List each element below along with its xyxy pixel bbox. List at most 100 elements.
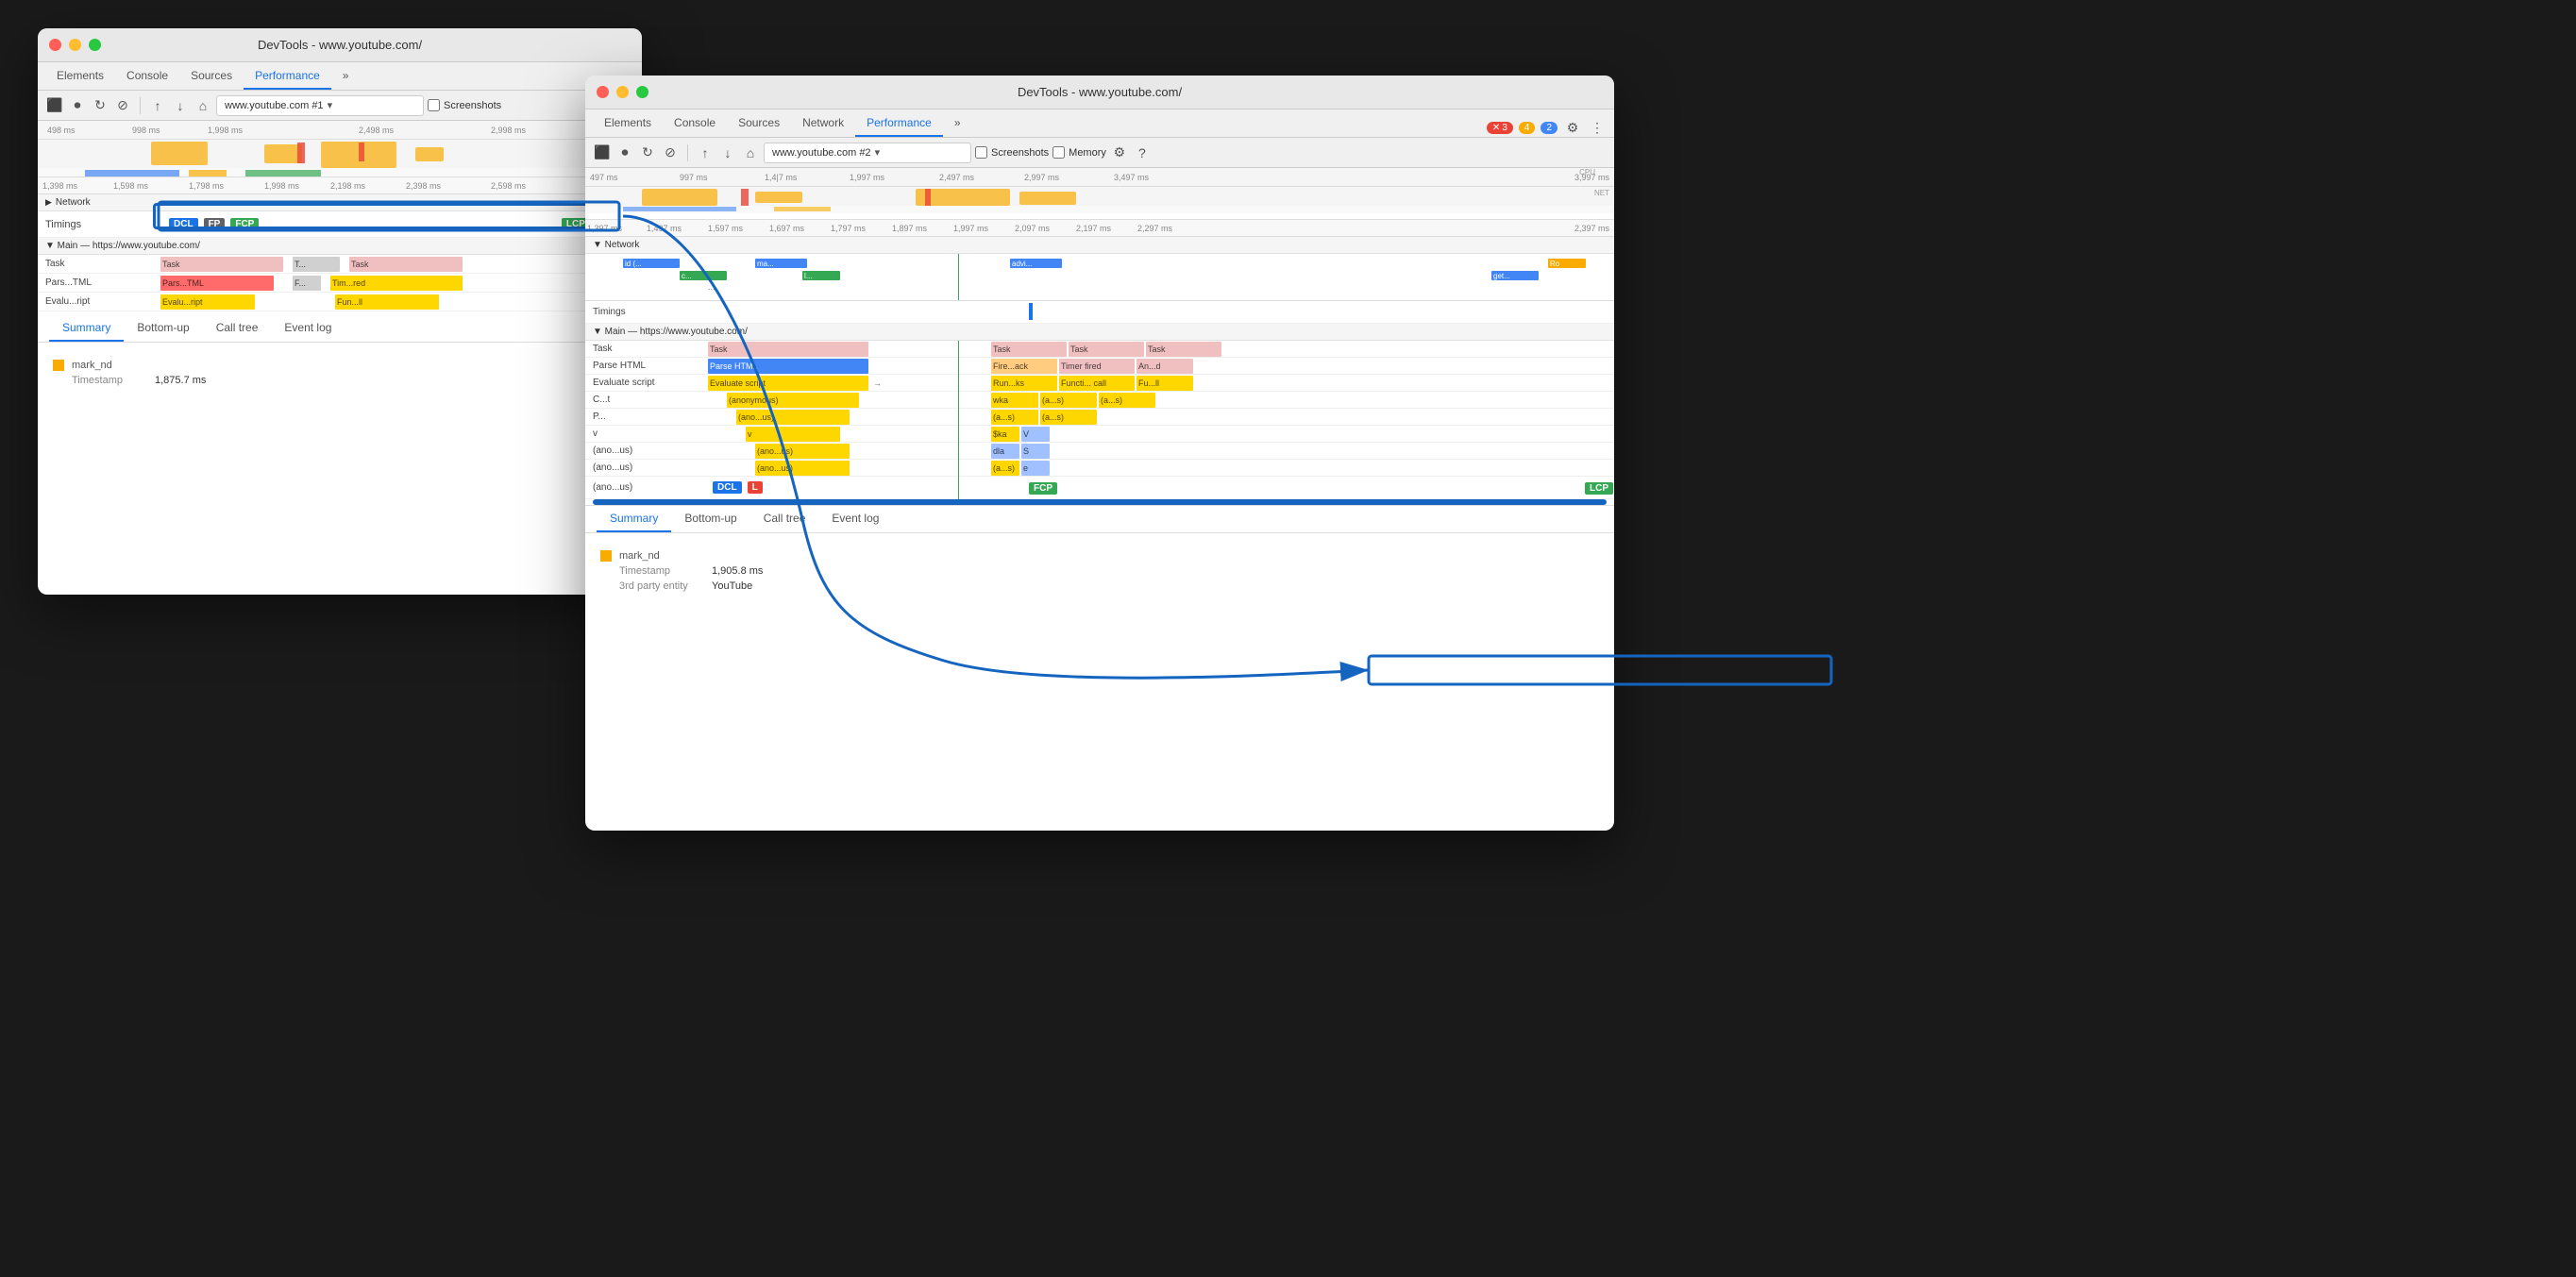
clear-icon-2[interactable]: ⊘: [661, 143, 680, 162]
re[interactable]: e: [1021, 461, 1050, 476]
task-w2-1[interactable]: Task: [708, 342, 868, 357]
bottom-tab-bottomup-2[interactable]: Bottom-up: [671, 506, 749, 532]
tab-network-2[interactable]: Network: [791, 110, 855, 137]
task-bar-3[interactable]: Task: [349, 257, 463, 272]
bottom-tab-calltree-1[interactable]: Call tree: [203, 315, 272, 342]
bottom-tab-calltree-2[interactable]: Call tree: [750, 506, 819, 532]
parse-w2-1[interactable]: Parse HTML: [708, 359, 868, 374]
settings-icon-toolbar-2[interactable]: ⚙: [1110, 143, 1129, 162]
eval-bar-2[interactable]: Fun...ll: [335, 294, 439, 310]
net-get-2[interactable]: get...: [1491, 271, 1539, 280]
help-icon-2[interactable]: ?: [1133, 143, 1152, 162]
ra3[interactable]: (a...s): [991, 410, 1038, 425]
rfull[interactable]: Fu...ll: [1136, 376, 1193, 391]
dock-icon-2[interactable]: ⬛: [593, 143, 612, 162]
rska[interactable]: $ka: [991, 427, 1019, 442]
address-dropdown-1[interactable]: ▾: [328, 99, 333, 111]
upload-icon-2[interactable]: ↑: [696, 143, 715, 162]
ra5[interactable]: (a...s): [991, 461, 1019, 476]
dock-icon-1[interactable]: ⬛: [45, 96, 64, 115]
bottom-tab-bottomup-1[interactable]: Bottom-up: [124, 315, 202, 342]
screenshots-check-2[interactable]: [975, 146, 987, 159]
tab-sources-2[interactable]: Sources: [727, 110, 791, 137]
network-section-2[interactable]: ▼ Network: [585, 237, 1614, 254]
net-c-2[interactable]: c...: [680, 271, 727, 280]
minimize-button-1[interactable]: [69, 39, 81, 51]
more-icon-2[interactable]: ⋮: [1588, 118, 1607, 137]
rtask-2[interactable]: Task: [1069, 342, 1144, 357]
rtask-1[interactable]: Task: [991, 342, 1067, 357]
maximize-button-1[interactable]: [89, 39, 101, 51]
tab-performance-1[interactable]: Performance: [244, 63, 331, 90]
tab-console-1[interactable]: Console: [115, 63, 179, 90]
eval-bar-1[interactable]: Evalu...ript: [160, 294, 255, 310]
tab-more-2[interactable]: »: [943, 110, 972, 137]
clear-icon-1[interactable]: ⊘: [113, 96, 132, 115]
rtask-3[interactable]: Task: [1146, 342, 1221, 357]
anon2-w2-1[interactable]: (ano...us): [736, 410, 850, 425]
rs[interactable]: S: [1021, 444, 1050, 459]
bottom-tab-eventlog-1[interactable]: Event log: [271, 315, 345, 342]
settings-icon-2[interactable]: ⚙: [1563, 118, 1582, 137]
reload-icon-2[interactable]: ↻: [638, 143, 657, 162]
screenshots-check-1[interactable]: [428, 99, 440, 111]
ra2[interactable]: (a...s): [1099, 393, 1155, 408]
address-dropdown-2[interactable]: ▾: [875, 146, 881, 159]
anon4-w2-1[interactable]: (ano...us): [755, 461, 850, 476]
memory-checkbox-2[interactable]: Memory: [1052, 146, 1106, 159]
screenshots-checkbox-1[interactable]: Screenshots: [428, 99, 501, 111]
bottom-tab-eventlog-2[interactable]: Event log: [818, 506, 892, 532]
bottom-tab-summary-1[interactable]: Summary: [49, 315, 124, 342]
net-ro-2[interactable]: Ro: [1548, 259, 1586, 268]
address-bar-2[interactable]: www.youtube.com #2 ▾: [764, 143, 971, 163]
record-icon-2[interactable]: ⏺: [615, 143, 634, 162]
parse-bar-1[interactable]: Pars...TML: [160, 276, 274, 291]
download-icon-1[interactable]: ↓: [171, 96, 190, 115]
net-ma-2[interactable]: ma...: [755, 259, 807, 268]
rtimer[interactable]: Timer fired: [1059, 359, 1135, 374]
rfire[interactable]: Fire...ack: [991, 359, 1057, 374]
rfuncti[interactable]: Functi... call: [1059, 376, 1135, 391]
v-w2-1[interactable]: v: [746, 427, 840, 442]
anon3-w2-1[interactable]: (ano...us): [755, 444, 850, 459]
home-icon-2[interactable]: ⌂: [741, 143, 760, 162]
record-icon-1[interactable]: ⏺: [68, 96, 87, 115]
address-bar-1[interactable]: www.youtube.com #1 ▾: [216, 95, 424, 116]
tab-console-2[interactable]: Console: [663, 110, 727, 137]
net-advi-2[interactable]: advi...: [1010, 259, 1062, 268]
parse-bar-3[interactable]: Tim...red: [330, 276, 463, 291]
main-section-2[interactable]: ▼ Main — https://www.youtube.com/: [585, 324, 1614, 341]
ra4[interactable]: (a...s): [1040, 410, 1097, 425]
anon1-w2-1[interactable]: (anonymous): [727, 393, 859, 408]
task-bar-1[interactable]: Task: [160, 257, 283, 272]
upload-icon-1[interactable]: ↑: [148, 96, 167, 115]
eval-w2-1[interactable]: Evaluate script: [708, 376, 868, 391]
tab-sources-1[interactable]: Sources: [179, 63, 244, 90]
task-bar-2[interactable]: T...: [293, 257, 340, 272]
rrun[interactable]: Run...ks: [991, 376, 1057, 391]
maximize-button-2[interactable]: [636, 86, 648, 98]
tab-more-1[interactable]: »: [331, 63, 361, 90]
rand[interactable]: An...d: [1136, 359, 1193, 374]
tab-elements-2[interactable]: Elements: [593, 110, 663, 137]
reload-icon-1[interactable]: ↻: [91, 96, 109, 115]
download-icon-2[interactable]: ↓: [718, 143, 737, 162]
ra1[interactable]: (a...s): [1040, 393, 1097, 408]
bottom-tab-summary-2[interactable]: Summary: [597, 506, 671, 532]
main-section-1[interactable]: ▼ Main — https://www.youtube.com/: [38, 238, 642, 255]
home-icon-1[interactable]: ⌂: [194, 96, 212, 115]
rv[interactable]: V: [1021, 427, 1050, 442]
memory-check-2[interactable]: [1052, 146, 1065, 159]
tab-performance-2[interactable]: Performance: [855, 110, 943, 137]
close-button-1[interactable]: [49, 39, 61, 51]
net-l-2[interactable]: l...: [802, 271, 840, 280]
rwka[interactable]: wka: [991, 393, 1038, 408]
tab-elements-1[interactable]: Elements: [45, 63, 115, 90]
minimize-button-2[interactable]: [616, 86, 629, 98]
close-button-2[interactable]: [597, 86, 609, 98]
net-id-2[interactable]: id (...: [623, 259, 680, 268]
screenshots-checkbox-2[interactable]: Screenshots: [975, 146, 1049, 159]
network-section-1[interactable]: ▶ Network: [38, 194, 642, 211]
parse-bar-2[interactable]: F...: [293, 276, 321, 291]
rdla[interactable]: dla: [991, 444, 1019, 459]
